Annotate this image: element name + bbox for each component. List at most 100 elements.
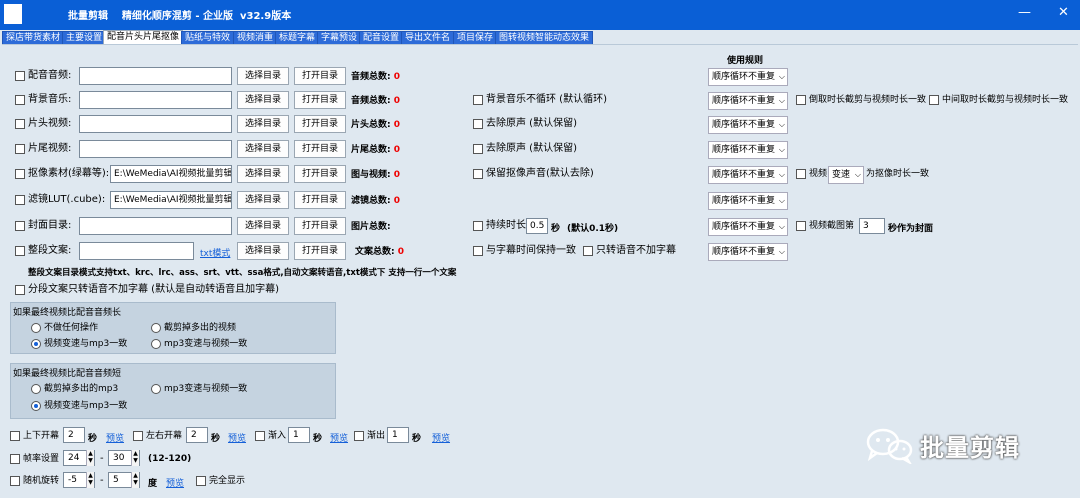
outro-video-rule-select[interactable]: 顺序循环不重复 ⌵ bbox=[708, 141, 788, 159]
radio-video-speed-to-mp3[interactable] bbox=[31, 339, 41, 349]
bgm-no-loop-checkbox[interactable] bbox=[473, 95, 483, 105]
filter-lut-rule-select[interactable]: 顺序循环不重复 ⌵ bbox=[708, 192, 788, 210]
open-close-h-preview-link[interactable]: 预览 bbox=[228, 431, 246, 444]
cover-duration-checkbox[interactable] bbox=[473, 221, 483, 231]
radio-do-nothing[interactable] bbox=[31, 323, 41, 333]
keying-video-checkbox[interactable] bbox=[796, 169, 806, 179]
rotate-preview-link[interactable]: 预览 bbox=[166, 476, 184, 489]
cover-dir-select-button[interactable]: 选择目录 bbox=[237, 217, 289, 235]
full-text-checkbox[interactable] bbox=[15, 246, 25, 256]
full-text-path-input[interactable] bbox=[79, 242, 194, 260]
outro-video-path-input[interactable] bbox=[79, 140, 232, 158]
sync-subtitle-time-checkbox[interactable] bbox=[473, 246, 483, 256]
keying-material-path-input[interactable]: E:\WeMedia\AI视频批量剪辑 bbox=[110, 165, 232, 183]
close-button[interactable]: ✕ bbox=[1058, 5, 1069, 21]
cover-dir-open-button[interactable]: 打开目录 bbox=[294, 217, 346, 235]
dubbing-audio-select-button[interactable]: 选择目录 bbox=[237, 67, 289, 85]
fade-in-input[interactable]: 1 bbox=[288, 427, 310, 443]
keying-speed-select[interactable]: 变速 ⌵ bbox=[828, 166, 864, 184]
filter-lut-open-button[interactable]: 打开目录 bbox=[294, 191, 346, 209]
spinner-icon[interactable]: ▲ ▼ bbox=[86, 450, 94, 466]
open-close-v-checkbox[interactable] bbox=[10, 431, 20, 441]
dubbing-audio-path-input[interactable] bbox=[79, 67, 232, 85]
txt-mode-link[interactable]: txt模式 bbox=[200, 246, 230, 259]
background-music-select-button[interactable]: 选择目录 bbox=[237, 91, 289, 109]
cover-dir-path-input[interactable] bbox=[79, 217, 232, 235]
tab-video-dedup[interactable]: 视频消重 bbox=[233, 31, 278, 44]
keying-material-select-button[interactable]: 选择目录 bbox=[237, 165, 289, 183]
full-text-open-button[interactable]: 打开目录 bbox=[294, 242, 346, 260]
tab-export-filename[interactable]: 导出文件名 bbox=[401, 31, 455, 44]
fade-in-checkbox[interactable] bbox=[255, 431, 265, 441]
rotate-checkbox[interactable] bbox=[10, 476, 20, 486]
background-music-rule-select[interactable]: 顺序循环不重复 ⌵ bbox=[708, 92, 788, 110]
reverse-trim-checkbox[interactable] bbox=[796, 95, 806, 105]
full-text-select-button[interactable]: 选择目录 bbox=[237, 242, 289, 260]
spinner-icon[interactable]: ▲ ▼ bbox=[86, 472, 94, 488]
keep-keying-audio-checkbox[interactable] bbox=[473, 169, 483, 179]
tab-project-save[interactable]: 项目保存 bbox=[453, 31, 498, 44]
filter-lut-path-input[interactable]: E:\WeMedia\AI视频批量剪辑 bbox=[110, 191, 232, 209]
cover-dir-rule-select[interactable]: 顺序循环不重复 ⌵ bbox=[708, 218, 788, 236]
tab-title-subtitle[interactable]: 标题字幕 bbox=[275, 31, 320, 44]
full-text-rule-select[interactable]: 顺序循环不重复 ⌵ bbox=[708, 243, 788, 261]
outro-video-select-button[interactable]: 选择目录 bbox=[237, 140, 289, 158]
outro-video-checkbox[interactable] bbox=[15, 144, 25, 154]
open-close-h-checkbox[interactable] bbox=[133, 431, 143, 441]
intro-video-path-input[interactable] bbox=[79, 115, 232, 133]
intro-remove-audio-checkbox[interactable] bbox=[473, 119, 483, 129]
fps-min-input[interactable]: 24 ▲ ▼ bbox=[63, 450, 95, 466]
fps-max-input[interactable]: 30 ▲ ▼ bbox=[108, 450, 140, 466]
fade-out-preview-link[interactable]: 预览 bbox=[432, 431, 450, 444]
filter-lut-select-button[interactable]: 选择目录 bbox=[237, 191, 289, 209]
full-display-checkbox[interactable] bbox=[196, 476, 206, 486]
open-close-v-preview-link[interactable]: 预览 bbox=[106, 431, 124, 444]
cover-duration-input[interactable]: 0.5 bbox=[526, 218, 548, 234]
middle-trim-checkbox[interactable] bbox=[929, 95, 939, 105]
video-cover-checkbox[interactable] bbox=[796, 221, 806, 231]
keying-material-checkbox[interactable] bbox=[15, 169, 25, 179]
dubbing-audio-checkbox[interactable] bbox=[15, 71, 25, 81]
keying-material-rule-select[interactable]: 顺序循环不重复 ⌵ bbox=[708, 166, 788, 184]
intro-video-open-button[interactable]: 打开目录 bbox=[294, 115, 346, 133]
fade-in-preview-link[interactable]: 预览 bbox=[330, 431, 348, 444]
dubbing-audio-rule-select[interactable]: 顺序循环不重复 ⌵ bbox=[708, 68, 788, 86]
open-close-v-input[interactable]: 2 bbox=[63, 427, 85, 443]
rotate-max-input[interactable]: 5 ▲ ▼ bbox=[108, 472, 140, 488]
intro-video-select-button[interactable]: 选择目录 bbox=[237, 115, 289, 133]
radio-trim-extra-mp3[interactable] bbox=[31, 384, 41, 394]
tab-store-material[interactable]: 探店带货素材 bbox=[2, 31, 65, 44]
outro-remove-audio-checkbox[interactable] bbox=[473, 144, 483, 154]
fade-out-checkbox[interactable] bbox=[354, 431, 364, 441]
background-music-open-button[interactable]: 打开目录 bbox=[294, 91, 346, 109]
tab-main-settings[interactable]: 主要设置 bbox=[62, 31, 107, 44]
tab-stickers-effects[interactable]: 贴纸与特效 bbox=[181, 31, 235, 44]
intro-video-rule-select[interactable]: 顺序循环不重复 ⌵ bbox=[708, 116, 788, 134]
background-music-path-input[interactable] bbox=[79, 91, 232, 109]
spinner-icon[interactable]: ▲ ▼ bbox=[131, 450, 139, 466]
tab-dubbing-settings[interactable]: 配音设置 bbox=[359, 31, 404, 44]
open-close-h-input[interactable]: 2 bbox=[186, 427, 208, 443]
spinner-icon[interactable]: ▲ ▼ bbox=[131, 472, 139, 488]
minimize-button[interactable]: — bbox=[1018, 5, 1031, 21]
intro-video-checkbox[interactable] bbox=[15, 119, 25, 129]
voice-only-checkbox[interactable] bbox=[583, 246, 593, 256]
outro-video-open-button[interactable]: 打开目录 bbox=[294, 140, 346, 158]
cover-dir-checkbox[interactable] bbox=[15, 221, 25, 231]
tab-subtitle-preset[interactable]: 字幕预设 bbox=[317, 31, 362, 44]
radio-video-speed-to-mp3-short[interactable] bbox=[31, 401, 41, 411]
radio-mp3-speed-to-video-short[interactable] bbox=[151, 384, 161, 394]
fade-out-input[interactable]: 1 bbox=[387, 427, 409, 443]
tab-image-to-video[interactable]: 图转视频智能动态效果 bbox=[495, 31, 594, 44]
radio-trim-extra-video[interactable] bbox=[151, 323, 161, 333]
video-cover-second-input[interactable]: 3 bbox=[859, 218, 885, 234]
keying-material-open-button[interactable]: 打开目录 bbox=[294, 165, 346, 183]
split-text-checkbox[interactable] bbox=[15, 285, 25, 295]
filter-lut-checkbox[interactable] bbox=[15, 195, 25, 205]
radio-mp3-speed-to-video[interactable] bbox=[151, 339, 161, 349]
dubbing-audio-open-button[interactable]: 打开目录 bbox=[294, 67, 346, 85]
tab-dubbing-intro-outro-keying[interactable]: 配音片头片尾抠像 bbox=[103, 30, 184, 44]
fps-checkbox[interactable] bbox=[10, 454, 20, 464]
background-music-checkbox[interactable] bbox=[15, 95, 25, 105]
rotate-min-input[interactable]: -5 ▲ ▼ bbox=[63, 472, 95, 488]
